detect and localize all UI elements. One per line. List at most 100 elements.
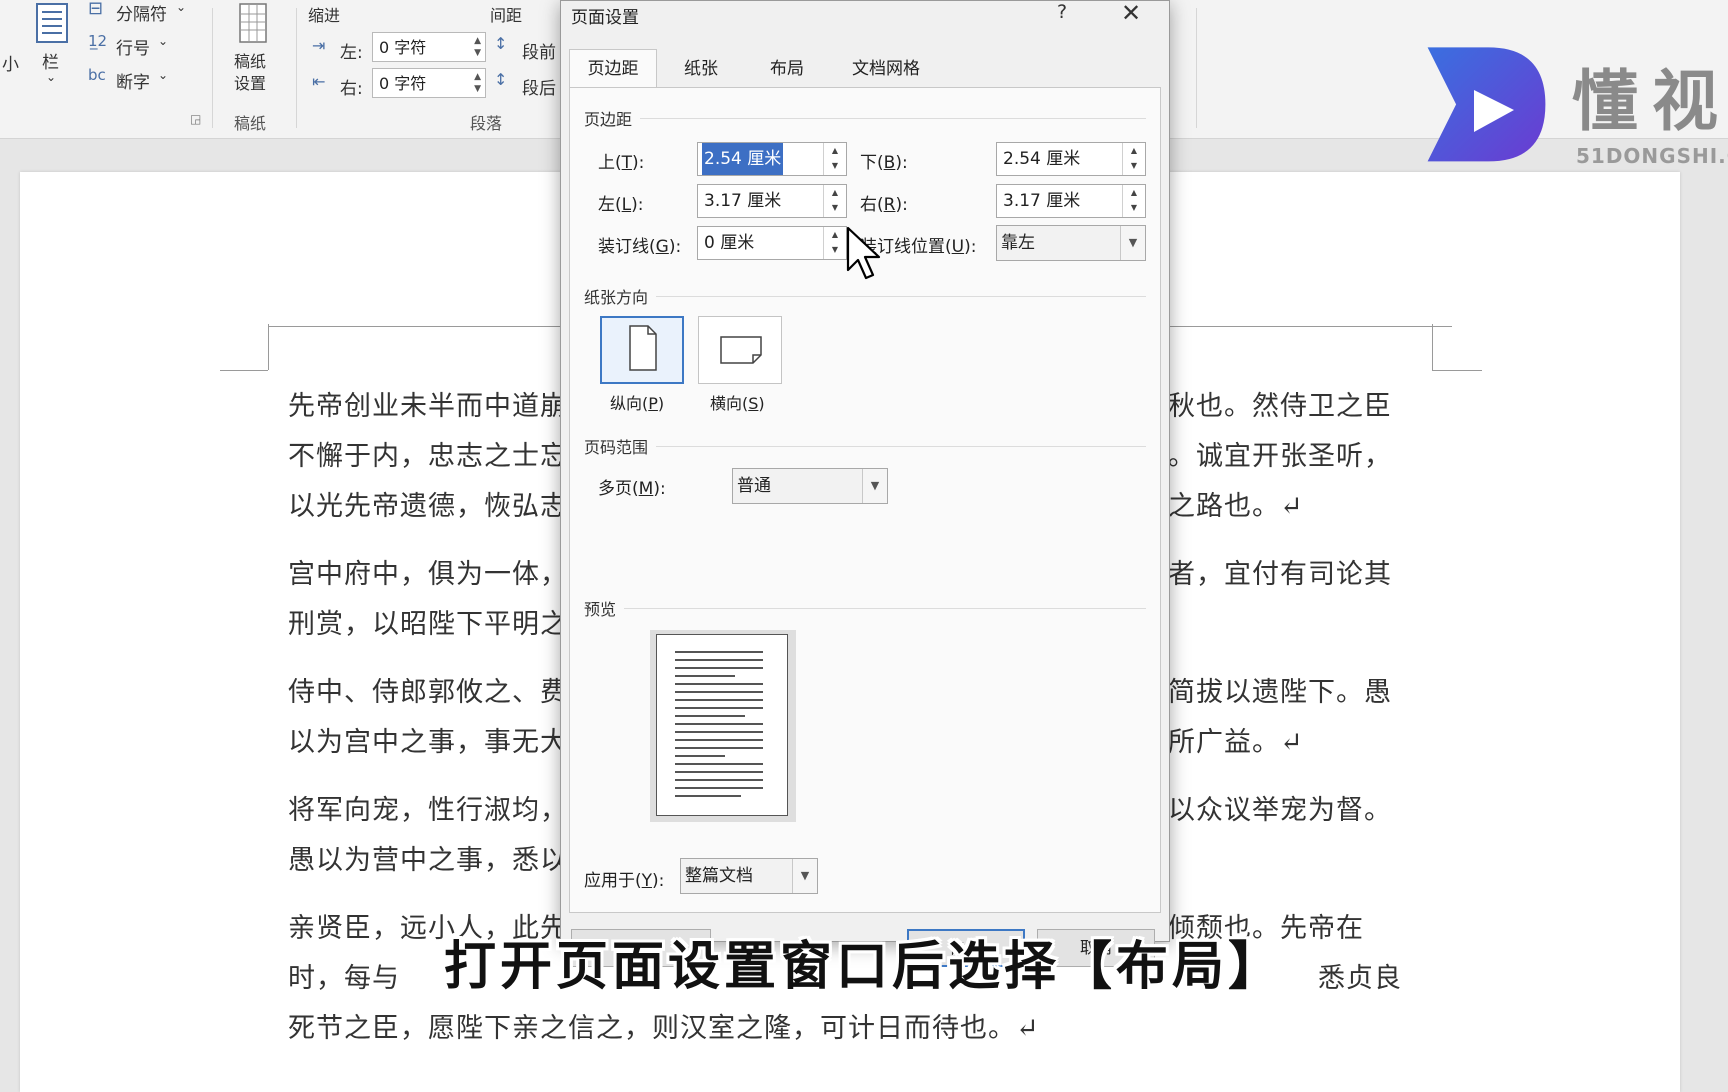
doc-line-right: 简拔以遗陛下。愚 bbox=[1168, 677, 1392, 708]
crop-mark bbox=[268, 324, 269, 370]
spin-arrows-icon[interactable]: ▲ ▼ bbox=[823, 143, 846, 175]
crop-mark bbox=[1432, 370, 1482, 371]
right-margin-label: 右(R): bbox=[860, 195, 908, 215]
spin-arrows-icon[interactable]: ▲ ▼ bbox=[1122, 185, 1145, 217]
landscape-page-icon bbox=[720, 336, 762, 364]
logo-text: 懂视 bbox=[1572, 63, 1728, 140]
divider bbox=[640, 118, 1146, 119]
columns-button[interactable]: 栏 ⌄ bbox=[32, 0, 72, 96]
close-icon[interactable]: ✕ bbox=[1121, 0, 1141, 27]
preview-page bbox=[656, 634, 788, 816]
preview-line bbox=[675, 667, 763, 669]
bottom-margin-label: 下(B): bbox=[860, 153, 908, 173]
preview-line bbox=[675, 731, 763, 733]
top-margin-label: 上(T): bbox=[598, 153, 645, 173]
breaks-label: 分隔符 bbox=[116, 5, 167, 25]
line-numbers-label: 行号 bbox=[116, 39, 150, 59]
ribbon-separator bbox=[1196, 8, 1197, 128]
tab-margins[interactable]: 页边距 bbox=[569, 49, 657, 89]
columns-icon bbox=[36, 3, 68, 43]
margins-panel: 页边距 上(T): 2.54 厘米 ▲ ▼ 下(B): 2.54 厘米 ▲ ▼ 左(… bbox=[569, 87, 1161, 913]
indent-left-icon: ⇥ bbox=[312, 36, 326, 55]
page-setup-dialog: 页面设置 ? ✕ 页边距 纸张 布局 文档网格 页边距 上(T): 2.54 厘… bbox=[560, 0, 1170, 967]
preview-thumbnail bbox=[650, 630, 796, 822]
gutter-position-value: 靠左 bbox=[1001, 233, 1035, 253]
hyphenation-icon: bc bbox=[88, 66, 106, 84]
spin-arrows-icon[interactable]: ▲ ▼ bbox=[1122, 143, 1145, 175]
paragraph-group-label: 段落 bbox=[470, 114, 503, 133]
landscape-label: 横向(S) bbox=[710, 394, 765, 413]
portrait-label: 纵向(P) bbox=[610, 394, 665, 413]
mouse-pointer-icon bbox=[846, 226, 881, 280]
help-icon[interactable]: ? bbox=[1057, 1, 1067, 23]
spacing-before-label: 段前 bbox=[522, 43, 556, 63]
tab-document-grid[interactable]: 文档网格 bbox=[831, 49, 941, 87]
manuscript-label-1: 稿纸 bbox=[234, 52, 267, 71]
chevron-down-icon: ⌄ bbox=[158, 34, 169, 48]
line-numbers-icon: 1̲2 bbox=[88, 32, 108, 50]
chevron-down-icon: ▼ bbox=[1120, 226, 1145, 260]
chevron-down-icon: ⌄ bbox=[158, 68, 169, 82]
tab-layout[interactable]: 布局 bbox=[745, 49, 829, 87]
doc-line-right: 所广益。↵ bbox=[1168, 727, 1304, 758]
video-subtitle: 打开页面设置窗口后选择【布局】 bbox=[443, 937, 1284, 997]
breaks-button[interactable]: ⊟ 分隔符 ⌄ bbox=[86, 0, 186, 26]
left-margin-input[interactable]: 3.17 厘米 ▲ ▼ bbox=[697, 184, 847, 218]
apply-to-select[interactable]: 整篇文档 ▼ bbox=[680, 858, 818, 894]
preview-line bbox=[675, 755, 725, 757]
preview-line bbox=[675, 787, 763, 789]
preview-line bbox=[675, 739, 763, 741]
spacing-after-icon: ↕ bbox=[494, 70, 508, 89]
chevron-down-icon: ▼ bbox=[862, 469, 887, 503]
crop-mark bbox=[220, 370, 268, 371]
bottom-margin-input[interactable]: 2.54 厘米 ▲ ▼ bbox=[996, 142, 1146, 176]
hyphenation-label: 断字 bbox=[116, 73, 150, 93]
spin-arrows-icon[interactable]: ▲ ▼ bbox=[474, 35, 481, 59]
manuscript-group-label: 稿纸 bbox=[234, 114, 267, 133]
right-margin-input[interactable]: 3.17 厘米 ▲ ▼ bbox=[996, 184, 1146, 218]
hyphenation-button[interactable]: bc 断字 ⌄ bbox=[86, 66, 186, 93]
chevron-down-icon: ⌄ bbox=[46, 70, 57, 84]
right-margin-value: 3.17 厘米 bbox=[1003, 191, 1081, 211]
preview-line bbox=[675, 675, 735, 677]
preview-line bbox=[675, 779, 763, 781]
indent-right-input[interactable]: 0 字符 ▲ ▼ bbox=[372, 68, 486, 98]
spin-arrows-icon[interactable]: ▲ ▼ bbox=[823, 185, 846, 217]
apply-to-value: 整篇文档 bbox=[685, 866, 753, 886]
divider bbox=[656, 446, 1146, 447]
gutter-position-select[interactable]: 靠左 ▼ bbox=[996, 225, 1146, 261]
indent-left-input[interactable]: 0 字符 ▲ ▼ bbox=[372, 32, 486, 62]
doc-line-right: 秋也。然侍卫之臣 bbox=[1168, 391, 1392, 422]
top-margin-input[interactable]: 2.54 厘米 ▲ ▼ bbox=[697, 142, 847, 176]
portrait-page-icon bbox=[629, 325, 657, 371]
portrait-button[interactable] bbox=[600, 316, 684, 384]
preview-line bbox=[675, 683, 763, 685]
top-margin-value: 2.54 厘米 bbox=[702, 143, 784, 175]
indent-right-value: 0 字符 bbox=[379, 74, 427, 93]
doc-line-right: 以众议举宠为督。 bbox=[1168, 795, 1392, 826]
preview-line bbox=[675, 651, 763, 653]
multiple-pages-value: 普通 bbox=[737, 476, 771, 496]
tab-paper[interactable]: 纸张 bbox=[659, 49, 743, 87]
line-numbers-button[interactable]: 1̲2 行号 ⌄ bbox=[86, 32, 186, 59]
manuscript-settings-button[interactable]: 稿纸 设置 bbox=[226, 0, 282, 96]
preview-section-label: 预览 bbox=[584, 600, 617, 619]
play-logo-icon bbox=[1427, 47, 1546, 162]
preview-line bbox=[675, 707, 763, 709]
spacing-after-label: 段后 bbox=[522, 79, 556, 99]
preview-line bbox=[675, 763, 763, 765]
bottom-margin-value: 2.54 厘米 bbox=[1003, 149, 1081, 169]
ribbon-separator bbox=[296, 8, 297, 128]
landscape-button[interactable] bbox=[698, 316, 782, 384]
gutter-input[interactable]: 0 厘米 ▲ ▼ bbox=[697, 226, 847, 260]
spin-arrows-icon[interactable]: ▲ ▼ bbox=[474, 71, 481, 95]
gutter-value: 0 厘米 bbox=[704, 233, 755, 253]
indent-left-label: 左: bbox=[340, 43, 363, 63]
spin-arrows-icon[interactable]: ▲ ▼ bbox=[823, 227, 846, 259]
multiple-pages-select[interactable]: 普通 ▼ bbox=[732, 468, 888, 504]
margins-section-label: 页边距 bbox=[584, 110, 633, 129]
chevron-down-icon: ▼ bbox=[792, 859, 817, 893]
preview-line bbox=[675, 723, 763, 725]
dialog-launcher-icon[interactable]: ◲ bbox=[190, 112, 201, 126]
logo-subtext: 51DONGSHI.C bbox=[1576, 144, 1728, 168]
